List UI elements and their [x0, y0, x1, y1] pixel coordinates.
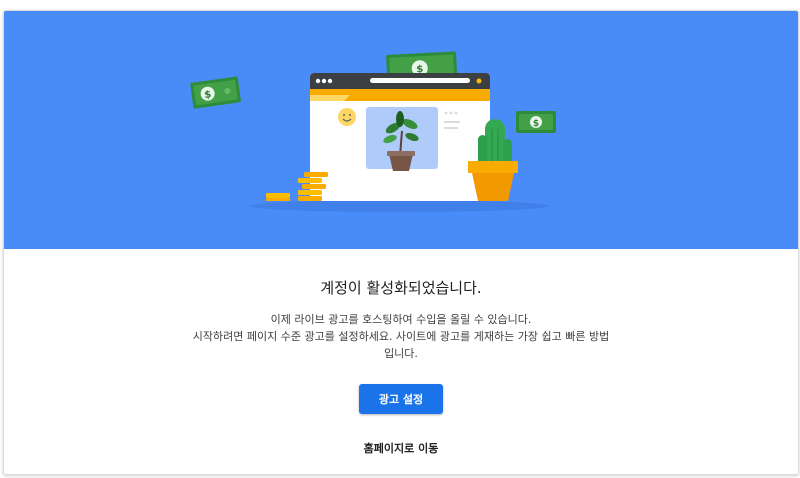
money-bill-icon: $: [190, 76, 241, 109]
smiley-avatar-icon: [338, 108, 356, 126]
money-bill-icon: $: [516, 111, 556, 133]
go-to-homepage-link[interactable]: 홈페이지로 이동: [4, 440, 798, 456]
hero-illustration: $ $ $: [190, 51, 556, 212]
setup-ads-button[interactable]: 광고 설정: [359, 384, 443, 414]
page-title: 계정이 활성화되었습니다.: [320, 279, 482, 297]
activation-card: $ $ $ 계정이 활성화되었습니다. 이제 라이브 광고를 호스팅하여 수입을…: [3, 10, 799, 475]
browser-window-icon: [310, 73, 490, 201]
description: 이제 라이브 광고를 호스팅하여 수입을 올릴 수 있습니다. 시작하려면 페이…: [176, 311, 626, 362]
description-line: 이제 라이브 광고를 호스팅하여 수입을 올릴 수 있습니다.: [270, 313, 532, 326]
description-line: 입니다.: [384, 347, 418, 360]
hero-banner: $ $ $: [4, 11, 798, 249]
description-line: 시작하려면 페이지 수준 광고를 설정하세요. 사이트에 광고를 게재하는 가장…: [192, 330, 610, 343]
coin-stack-icon: [266, 172, 328, 201]
svg-text:$: $: [533, 119, 539, 129]
main-content: 계정이 활성화되었습니다. 이제 라이브 광고를 호스팅하여 수입을 올릴 수 …: [4, 249, 798, 474]
